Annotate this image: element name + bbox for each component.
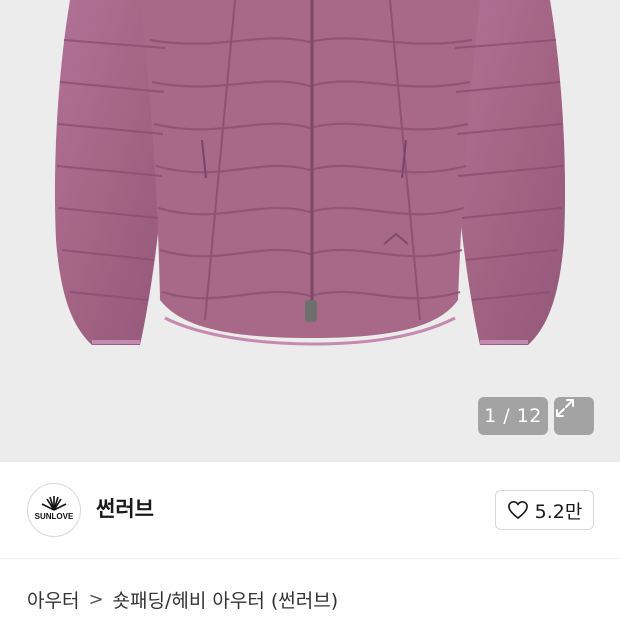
divider <box>0 558 620 559</box>
breadcrumb: 아우터 > 숏패딩/헤비 아우터 (썬러브) <box>27 586 338 613</box>
breadcrumb-subcategory[interactable]: 숏패딩/헤비 아우터 (썬러브) <box>113 586 339 613</box>
expand-icon <box>556 399 574 417</box>
breadcrumb-separator: > <box>88 589 104 610</box>
product-image-jacket <box>54 0 566 346</box>
product-image-gallery[interactable]: 1 / 12 <box>0 0 620 462</box>
brand-logo[interactable]: SUNLOVE <box>27 483 81 537</box>
image-counter-text: 1 / 12 <box>484 405 542 427</box>
brand-name[interactable]: 썬러브 <box>96 493 154 523</box>
like-button[interactable]: 5.2만 <box>495 490 594 530</box>
svg-text:SUNLOVE: SUNLOVE <box>35 512 74 521</box>
like-count: 5.2만 <box>534 500 583 523</box>
image-counter: 1 / 12 <box>478 397 548 435</box>
sunlove-logo-icon: SUNLOVE <box>35 496 74 521</box>
heart-icon <box>507 501 528 519</box>
breadcrumb-category[interactable]: 아우터 <box>27 586 79 613</box>
expand-button[interactable] <box>554 397 594 435</box>
